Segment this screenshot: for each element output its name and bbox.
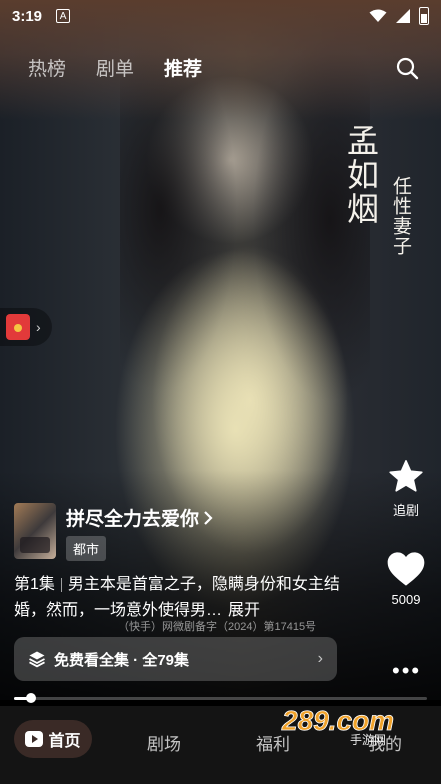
heart-icon xyxy=(387,552,425,586)
episode-description[interactable]: 第1集 男主本是首富之子，隐瞒身份和女主结婚，然而，一场意外使得男… 展开 xyxy=(14,572,344,624)
tab-playlist[interactable]: 剧单 xyxy=(96,54,134,81)
divider xyxy=(60,577,62,592)
video-progress-bar[interactable] xyxy=(14,693,427,703)
red-envelope-icon xyxy=(6,314,30,340)
notification-icon: A xyxy=(56,9,71,23)
layers-icon xyxy=(29,651,45,668)
free-watch-all-button[interactable]: 免费看全集 · 全79集 › xyxy=(14,637,337,681)
status-bar: 3:19 A xyxy=(0,0,441,32)
site-watermark-logo: 289.com 手游网 xyxy=(281,705,395,746)
chevron-right-icon: › xyxy=(36,319,41,335)
signal-icon xyxy=(396,9,410,23)
drama-title-link[interactable]: 拼尽全力去爱你 xyxy=(66,504,213,531)
top-tabs: 热榜 剧单 推荐 xyxy=(28,54,202,81)
search-icon[interactable] xyxy=(395,56,419,80)
play-icon xyxy=(25,731,44,747)
nav-theater[interactable]: 剧场 xyxy=(147,730,181,755)
more-options-icon[interactable]: ••• xyxy=(392,658,421,684)
star-icon xyxy=(389,460,423,492)
chevron-right-icon xyxy=(204,510,213,525)
follow-drama-button[interactable]: 追剧 xyxy=(376,458,436,519)
drama-title: 拼尽全力去爱你 xyxy=(66,509,200,530)
like-button[interactable]: 5009 xyxy=(376,550,436,607)
battery-icon xyxy=(419,7,429,25)
nav-home-label: 首页 xyxy=(48,733,81,750)
watermark-text: 289.com xyxy=(281,705,394,736)
watermark-subtext: 手游网 xyxy=(350,733,386,746)
character-role-overlay: 任性妻子 xyxy=(390,176,412,256)
tab-recommend[interactable]: 推荐 xyxy=(164,54,202,81)
status-icons xyxy=(369,7,429,25)
character-name-overlay: 孟如烟 xyxy=(342,124,380,226)
license-text: （快手）网微剧备字（2024）第17415号 xyxy=(118,621,317,633)
expand-button[interactable]: 展开 xyxy=(228,602,260,619)
chevron-right-icon: › xyxy=(317,650,323,667)
drama-poster[interactable] xyxy=(14,503,56,559)
wifi-icon xyxy=(369,9,387,22)
progress-handle[interactable] xyxy=(25,693,36,703)
red-envelope-button[interactable]: › xyxy=(0,308,52,346)
follow-label: 追剧 xyxy=(392,503,419,518)
free-watch-label: 免费看全集 · 全79集 xyxy=(54,651,190,669)
like-count: 5009 xyxy=(391,592,421,607)
episode-number: 第1集 xyxy=(14,576,55,593)
status-time: 3:19 xyxy=(12,7,43,25)
tab-hot[interactable]: 热榜 xyxy=(28,54,66,81)
genre-tag[interactable]: 都市 xyxy=(66,536,107,561)
nav-home[interactable]: 首页 xyxy=(14,720,92,758)
description-text: 男主本是首富之子，隐瞒身份和女主结婚，然而，一场意外使得男… xyxy=(14,576,340,619)
